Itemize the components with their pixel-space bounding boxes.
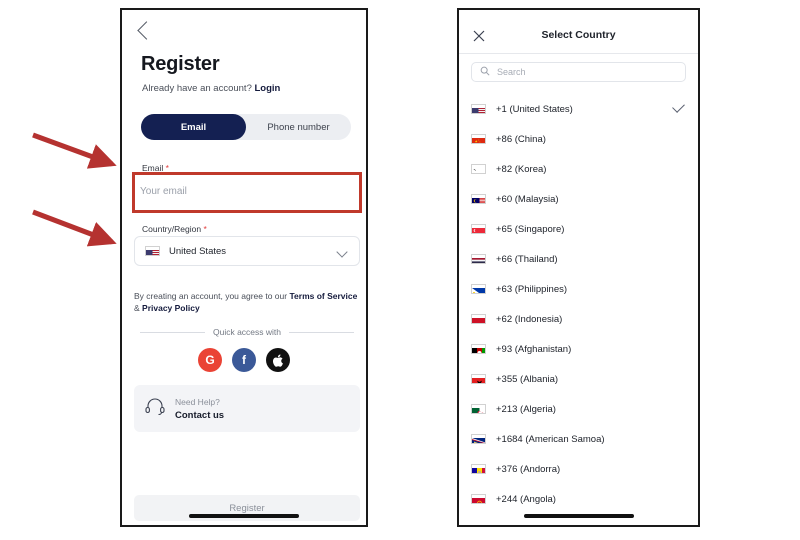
select-country-screen: Select Country Search +1 (United States)… bbox=[459, 10, 698, 525]
login-link[interactable]: Login bbox=[255, 83, 281, 94]
privacy-policy-link[interactable]: Privacy Policy bbox=[142, 303, 200, 313]
country-list-item-label: +63 (Philippines) bbox=[496, 283, 568, 295]
need-help-texts: Need Help? Contact us bbox=[175, 397, 224, 421]
home-indicator bbox=[189, 514, 299, 518]
al-flag-icon bbox=[471, 374, 486, 384]
sg-flag-icon bbox=[471, 224, 486, 234]
country-list-item-label: +65 (Singapore) bbox=[496, 223, 565, 235]
google-signin-button[interactable]: G bbox=[198, 348, 222, 372]
country-list-item[interactable]: +1684 (American Samoa) bbox=[459, 424, 698, 454]
arrow-to-email-field bbox=[32, 132, 117, 169]
af-flag-icon bbox=[471, 344, 486, 354]
check-icon bbox=[672, 100, 685, 113]
need-help-card[interactable]: Need Help? Contact us bbox=[134, 385, 360, 432]
google-icon: G bbox=[205, 353, 215, 367]
divider-line-right bbox=[289, 331, 354, 333]
need-help-title: Need Help? bbox=[175, 396, 220, 407]
header-divider bbox=[459, 53, 698, 54]
country-list-item[interactable]: +82 (Korea) bbox=[459, 154, 698, 184]
search-field[interactable]: Search bbox=[471, 62, 686, 82]
country-list-item-label: +213 (Algeria) bbox=[496, 403, 556, 415]
back-chevron-icon[interactable] bbox=[137, 21, 156, 40]
social-signin-row: G f bbox=[122, 348, 366, 372]
apple-signin-button[interactable] bbox=[266, 348, 290, 372]
country-select-dropdown[interactable]: United States bbox=[134, 236, 360, 266]
home-indicator bbox=[523, 514, 634, 518]
tab-email[interactable]: Email bbox=[141, 114, 246, 140]
country-list-item[interactable]: +93 (Afghanistan) bbox=[459, 334, 698, 364]
country-list[interactable]: +1 (United States) ★★★★★ +86 (China) +82 (K… bbox=[459, 94, 698, 511]
country-list-item[interactable]: +63 (Philippines) bbox=[459, 274, 698, 304]
search-input[interactable]: Search bbox=[497, 67, 526, 77]
facebook-icon: f bbox=[242, 353, 246, 367]
email-input[interactable]: Your email bbox=[140, 186, 187, 197]
country-label-text: Country/Region bbox=[142, 224, 202, 234]
headset-icon bbox=[144, 397, 166, 420]
id-flag-icon bbox=[471, 314, 486, 324]
quick-access-divider: Quick access with bbox=[140, 327, 354, 337]
country-list-item-label: +66 (Thailand) bbox=[496, 253, 558, 265]
country-field-label: Country/Region * bbox=[142, 224, 207, 234]
facebook-signin-button[interactable]: f bbox=[232, 348, 256, 372]
kr-flag-icon bbox=[471, 164, 486, 174]
signup-method-tabs: Email Phone number bbox=[141, 114, 351, 140]
divider-line-left bbox=[140, 331, 205, 333]
terms-prefix: By creating an account, you agree to our bbox=[134, 291, 290, 301]
tab-phone-number[interactable]: Phone number bbox=[246, 114, 351, 140]
login-prompt: Already have an account? Login bbox=[142, 83, 280, 94]
country-list-item[interactable]: ★★★★★ +86 (China) bbox=[459, 124, 698, 154]
ao-flag-icon: ★ bbox=[471, 494, 486, 504]
country-list-item-label: +355 (Albania) bbox=[496, 373, 559, 385]
country-list-item[interactable]: +355 (Albania) bbox=[459, 364, 698, 394]
phone-frame-register: Register Already have an account? Login … bbox=[120, 8, 368, 527]
cn-flag-icon: ★★★★★ bbox=[471, 134, 486, 144]
country-list-item-label: +1 (United States) bbox=[496, 103, 573, 115]
ad-flag-icon bbox=[471, 464, 486, 474]
ph-flag-icon bbox=[471, 284, 486, 294]
country-list-item-label: +1684 (American Samoa) bbox=[496, 433, 605, 445]
country-list-item[interactable]: ★ +213 (Algeria) bbox=[459, 394, 698, 424]
terms-text: By creating an account, you agree to our… bbox=[134, 290, 360, 315]
quick-access-label: Quick access with bbox=[212, 327, 282, 337]
chevron-down-icon[interactable] bbox=[336, 246, 348, 258]
phone-frame-select-country: Select Country Search +1 (United States)… bbox=[457, 8, 700, 527]
page-title: Register bbox=[141, 53, 220, 75]
terms-of-service-link[interactable]: Terms of Service bbox=[289, 291, 357, 301]
arrow-to-country-field bbox=[32, 209, 117, 247]
search-icon bbox=[480, 63, 490, 81]
us-flag-icon bbox=[145, 246, 160, 256]
as-flag-icon bbox=[471, 434, 486, 444]
terms-middle: & bbox=[134, 303, 143, 314]
country-list-item-label: +82 (Korea) bbox=[496, 163, 547, 175]
contact-us-link[interactable]: Contact us bbox=[175, 410, 224, 421]
country-required-asterisk: * bbox=[203, 224, 207, 234]
country-list-item[interactable]: +66 (Thailand) bbox=[459, 244, 698, 274]
th-flag-icon bbox=[471, 254, 486, 264]
country-list-item[interactable]: +1 (United States) bbox=[459, 94, 698, 124]
sheet-title: Select Country bbox=[541, 29, 616, 41]
country-list-item-label: +62 (Indonesia) bbox=[496, 313, 563, 325]
dz-flag-icon: ★ bbox=[471, 404, 486, 414]
us-flag-icon bbox=[471, 104, 486, 114]
login-prompt-text: Already have an account? bbox=[142, 83, 255, 94]
country-list-item-label: +376 (Andorra) bbox=[496, 463, 561, 475]
svg-text:★: ★ bbox=[478, 501, 481, 504]
register-screen: Register Already have an account? Login … bbox=[122, 10, 366, 525]
country-list-item[interactable]: ★ +244 (Angola) bbox=[459, 484, 698, 514]
my-flag-icon bbox=[471, 194, 486, 204]
country-list-item[interactable]: +62 (Indonesia) bbox=[459, 304, 698, 334]
country-list-item[interactable]: +65 (Singapore) bbox=[459, 214, 698, 244]
country-list-item-label: +93 (Afghanistan) bbox=[496, 343, 572, 355]
apple-icon bbox=[272, 354, 283, 367]
country-list-item-label: +244 (Angola) bbox=[496, 493, 556, 505]
country-select-value: United States bbox=[169, 245, 227, 257]
country-list-item-label: +86 (China) bbox=[496, 133, 546, 145]
country-list-item[interactable]: +376 (Andorra) bbox=[459, 454, 698, 484]
country-list-item-label: +60 (Malaysia) bbox=[496, 193, 559, 205]
screenshot-canvas: Register Already have an account? Login … bbox=[0, 0, 800, 540]
country-list-item[interactable]: +60 (Malaysia) bbox=[459, 184, 698, 214]
